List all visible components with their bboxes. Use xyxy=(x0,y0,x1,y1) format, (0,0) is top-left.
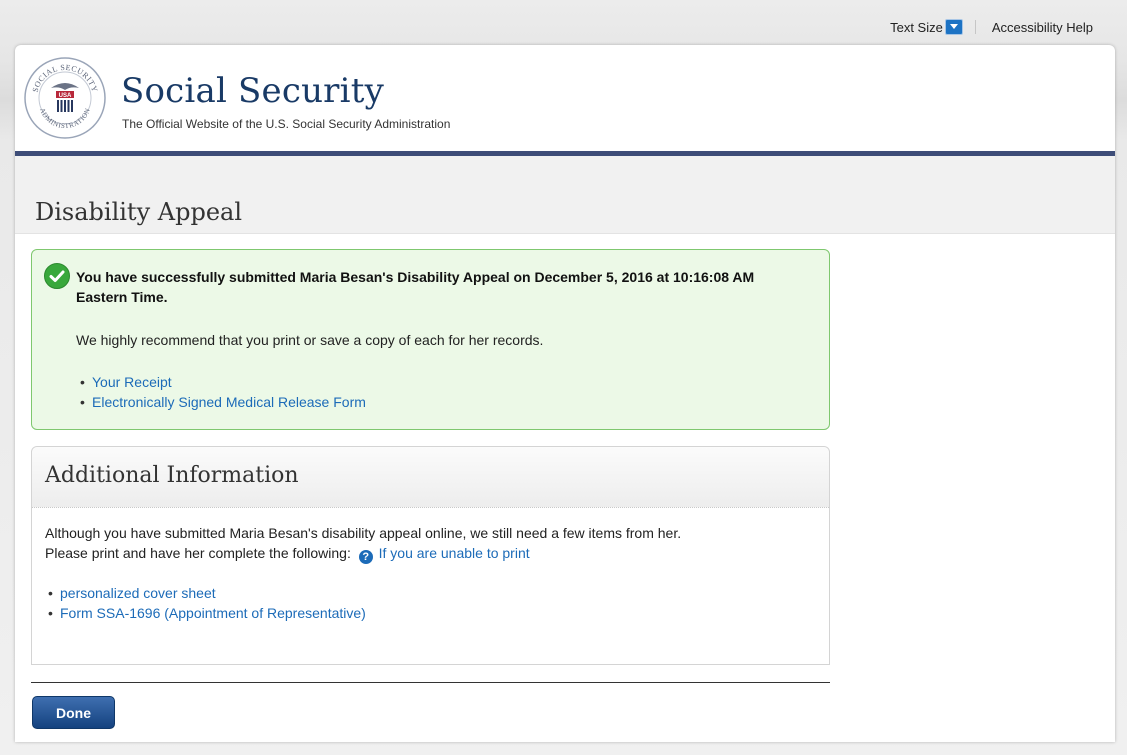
utility-bar: Text Size Accessibility Help xyxy=(890,18,1093,36)
success-link-list: Your Receipt Electronically Signed Medic… xyxy=(80,372,366,412)
svg-text:USA: USA xyxy=(59,93,72,99)
additional-info-title: Additional Information xyxy=(45,463,299,488)
question-mark-icon[interactable]: ? xyxy=(358,550,373,564)
success-heading: You have successfully submitted Maria Be… xyxy=(76,269,755,305)
site-title[interactable]: Social Security xyxy=(121,71,384,111)
additional-info-text: Although you have submitted Maria Besan'… xyxy=(45,523,815,564)
chevron-down-icon[interactable] xyxy=(944,19,963,35)
additional-info-header: Additional Information xyxy=(32,447,829,508)
additional-info-line-1: Although you have submitted Maria Besan'… xyxy=(45,525,682,541)
list-item: Electronically Signed Medical Release Fo… xyxy=(80,392,366,412)
footer-divider xyxy=(31,682,830,683)
your-receipt-link[interactable]: Your Receipt xyxy=(92,374,172,390)
text-size-label: Text Size xyxy=(890,19,943,35)
additional-link-list: personalized cover sheet Form SSA-1696 (… xyxy=(48,583,366,623)
site-header: SOCIAL SECURITY ADMINISTRATION USA Socia… xyxy=(15,45,1115,156)
success-panel: You have successfully submitted Maria Be… xyxy=(31,249,830,430)
additional-info-panel: Additional Information Although you have… xyxy=(31,446,830,665)
utility-divider xyxy=(974,20,976,34)
list-item: Form SSA-1696 (Appointment of Representa… xyxy=(48,603,366,623)
main-card: SOCIAL SECURITY ADMINISTRATION USA Socia… xyxy=(15,45,1115,742)
page-title-bar: Disability Appeal xyxy=(15,156,1115,234)
list-item: Your Receipt xyxy=(80,372,366,392)
unable-to-print-link[interactable]: If you are unable to print xyxy=(379,545,530,561)
site-subtitle: The Official Website of the U.S. Social … xyxy=(122,117,451,131)
page-title: Disability Appeal xyxy=(35,198,243,227)
ssa-seal-logo[interactable]: SOCIAL SECURITY ADMINISTRATION USA xyxy=(23,56,107,140)
additional-info-line-2: Please print and have her complete the f… xyxy=(45,543,815,564)
list-item: personalized cover sheet xyxy=(48,583,366,603)
text-size-control[interactable]: Text Size xyxy=(890,19,963,35)
checkmark-icon xyxy=(44,263,70,289)
form-ssa-1696-link[interactable]: Form SSA-1696 (Appointment of Representa… xyxy=(60,605,366,621)
done-button[interactable]: Done xyxy=(32,696,115,729)
success-message: We highly recommend that you print or sa… xyxy=(76,332,544,348)
medical-release-form-link[interactable]: Electronically Signed Medical Release Fo… xyxy=(92,394,366,410)
additional-info-line-2-text: Please print and have her complete the f… xyxy=(45,545,351,561)
cover-sheet-link[interactable]: personalized cover sheet xyxy=(60,585,216,601)
accessibility-help-link[interactable]: Accessibility Help xyxy=(992,20,1093,35)
